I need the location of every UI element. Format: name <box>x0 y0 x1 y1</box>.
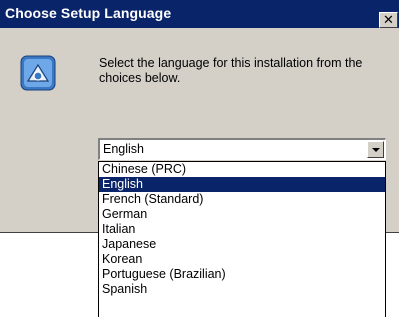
language-combobox-value: English <box>103 142 144 156</box>
title-bar[interactable]: Choose Setup Language ✕ <box>0 0 399 28</box>
language-dropdown-list[interactable]: Chinese (PRC) English French (Standard) … <box>98 161 386 317</box>
language-option[interactable]: French (Standard) <box>99 192 385 207</box>
language-option[interactable]: Portuguese (Brazilian) <box>99 267 385 282</box>
dropdown-arrow-button[interactable] <box>367 141 384 158</box>
language-option[interactable]: Chinese (PRC) <box>99 162 385 177</box>
setup-installer-icon <box>20 55 56 91</box>
language-option[interactable]: Italian <box>99 222 385 237</box>
language-option[interactable]: German <box>99 207 385 222</box>
dialog-title: Choose Setup Language <box>5 5 172 21</box>
instruction-text: Select the language for this installatio… <box>99 56 363 85</box>
language-option[interactable]: Korean <box>99 252 385 267</box>
language-option[interactable]: Japanese <box>99 237 385 252</box>
close-icon: ✕ <box>383 12 394 27</box>
language-option[interactable]: Spanish <box>99 282 385 297</box>
close-button[interactable]: ✕ <box>379 12 398 28</box>
language-option[interactable]: English <box>99 177 385 192</box>
language-combobox[interactable]: English <box>98 138 386 160</box>
